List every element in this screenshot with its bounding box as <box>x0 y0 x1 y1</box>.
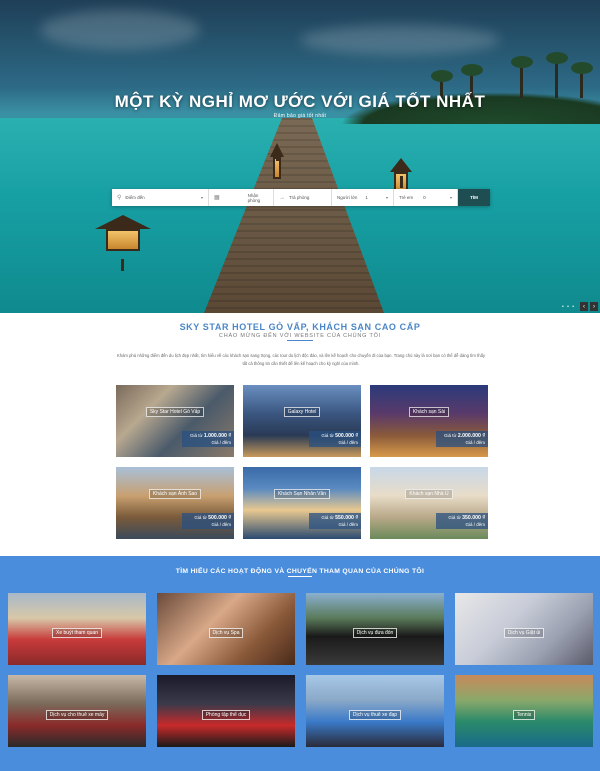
search-bar: ⚲ Điểm đến ▾ ▦ Nhận phòng → Trả phòng Ng… <box>112 189 490 206</box>
chevron-down-icon: ▾ <box>449 195 452 200</box>
activity-card[interactable]: Dịch vụ Giặt ủi <box>455 593 593 665</box>
checkout-field[interactable]: → Trả phòng <box>274 189 332 206</box>
hotel-name: Sky Star Hotel Gò Vấp <box>145 407 205 417</box>
activity-label: Dịch vụ thuê xe đạp <box>348 710 402 720</box>
hotel-name: Galaxy Hotel <box>283 407 321 417</box>
price-unit: Giá / đêm <box>465 439 485 445</box>
checkin-field[interactable]: ▦ Nhận phòng <box>209 189 274 206</box>
hotel-price: 2.000.000 ₫ <box>457 433 485 439</box>
hotel-price-tag: Giá từ 350.000 ₫ Giá / đêm <box>436 513 488 529</box>
hotel-price: 500.000 ₫ <box>208 515 231 521</box>
next-arrow-button[interactable]: › <box>590 302 598 311</box>
divider <box>288 576 312 577</box>
intro-text: Khám phá những điểm đến du lịch đẹp nhất… <box>116 353 485 366</box>
hotel-price-tag: Giá từ 550.000 ₫ Giá / đêm <box>309 513 361 529</box>
hotel-card[interactable]: Khách sạn Sài Giá từ 2.000.000 ₫ Giá / đ… <box>370 385 488 457</box>
activity-label: Xe buýt tham quan <box>52 628 102 638</box>
hotel-card[interactable]: Galaxy Hotel Giá từ 500.000 ₫ Giá / đêm <box>243 385 361 457</box>
activity-label: Dịch vụ đưa đón <box>352 628 398 638</box>
lantern <box>270 143 284 179</box>
hotel-name: Khách sạn Nhà Ú <box>405 489 453 499</box>
activity-label: Phòng tập thể dục <box>201 710 251 720</box>
activity-label: Tennis <box>512 710 536 720</box>
prev-arrow-button[interactable]: ‹ <box>580 302 588 311</box>
hotel-card[interactable]: Khách sạn Nhà Ú Giá từ 350.000 ₫ Giá / đ… <box>370 467 488 539</box>
destination-field[interactable]: ⚲ Điểm đến ▾ <box>112 189 209 206</box>
price-unit: Giá / đêm <box>338 521 358 527</box>
activity-label: Dịch vụ Spa <box>208 628 244 638</box>
activity-card[interactable]: Dịch vụ cho thuê xe máy <box>8 675 146 747</box>
activities-title: TÌM HIỂU CÁC HOẠT ĐỘNG VÀ CHUYẾN THAM QU… <box>175 568 425 575</box>
slider-controls: • • • ‹ › <box>562 302 598 311</box>
arrow-right-icon: → <box>279 194 285 201</box>
wooden-pier <box>150 118 450 313</box>
hotel-name: Khách sạn Ánh Sao <box>148 489 202 499</box>
intro-section: SKY STAR HOTEL GÒ VẤP, KHÁCH SẠN CAO CẤP… <box>0 313 600 556</box>
adults-label: Người lớn <box>337 195 358 200</box>
hotel-name: Khách Sạn Nhân Văn <box>273 489 331 499</box>
hotel-price: 1.000.000 ₫ <box>203 433 231 439</box>
destination-placeholder: Điểm đến <box>125 195 145 200</box>
activity-card[interactable]: Dịch vụ Spa <box>157 593 295 665</box>
activity-card[interactable]: Dịch vụ thuê xe đạp <box>306 675 444 747</box>
activity-label: Dịch vụ Giặt ủi <box>503 628 545 638</box>
lantern <box>390 158 412 194</box>
lantern <box>95 215 151 271</box>
cloud <box>300 25 500 55</box>
divider <box>287 340 313 341</box>
checkin-placeholder: Nhận phòng <box>247 192 261 203</box>
activity-label: Dịch vụ cho thuê xe máy <box>45 710 109 720</box>
checkout-placeholder: Trả phòng <box>289 195 310 200</box>
price-unit: Giá / đêm <box>465 521 485 527</box>
hotel-price-tag: Giá từ 500.000 ₫ Giá / đêm <box>182 513 234 529</box>
adults-select[interactable]: Người lớn 1 ▾ <box>332 189 394 206</box>
adults-value: 1 <box>365 195 368 200</box>
price-unit: Giá / đêm <box>211 439 231 445</box>
hero-banner: MỘT KỲ NGHỈ MƠ ƯỚC VỚI GIÁ TỐT NHẤT Đảm … <box>0 0 600 313</box>
activity-card[interactable]: Phòng tập thể dục <box>157 675 295 747</box>
intro-title: SKY STAR HOTEL GÒ VẤP, KHÁCH SẠN CAO CẤP <box>179 322 421 332</box>
location-pin-icon: ⚲ <box>117 195 122 201</box>
slider-dots[interactable]: • • • <box>562 304 575 310</box>
hotel-card[interactable]: Khách sạn Ánh Sao Giá từ 500.000 ₫ Giá /… <box>116 467 234 539</box>
cloud <box>40 10 200 50</box>
price-unit: Giá / đêm <box>338 439 358 445</box>
hotel-name: Khách sạn Sài <box>408 407 450 417</box>
children-value: 0 <box>423 195 426 200</box>
children-label: Trẻ em <box>399 195 414 200</box>
hero-subtitle: Đảm bảo giá tốt nhất <box>273 113 327 119</box>
hotel-price: 350.000 ₫ <box>462 515 485 521</box>
price-unit: Giá / đêm <box>211 521 231 527</box>
chevron-down-icon: ▾ <box>200 195 203 200</box>
intro-subtitle: CHÀO MỪNG ĐẾN VỚI WEBSITE CỦA CHÚNG TÔI <box>218 333 382 339</box>
children-select[interactable]: Trẻ em 0 ▾ <box>394 189 458 206</box>
activities-section: TÌM HIỂU CÁC HOẠT ĐỘNG VÀ CHUYẾN THAM QU… <box>0 556 600 771</box>
hotel-price: 500.000 ₫ <box>335 433 358 439</box>
hotel-price-tag: Giá từ 500.000 ₫ Giá / đêm <box>309 431 361 447</box>
hotel-price: 550.000 ₫ <box>335 515 358 521</box>
hotel-card[interactable]: Khách Sạn Nhân Văn Giá từ 550.000 ₫ Giá … <box>243 467 361 539</box>
hotel-price-tag: Giá từ 2.000.000 ₫ Giá / đêm <box>436 431 488 447</box>
activity-card[interactable]: Dịch vụ đưa đón <box>306 593 444 665</box>
calendar-icon: ▦ <box>214 195 220 201</box>
activity-card[interactable]: Tennis <box>455 675 593 747</box>
hero-title: MỘT KỲ NGHỈ MƠ ƯỚC VỚI GIÁ TỐT NHẤT <box>114 92 486 111</box>
search-button[interactable]: TÌM <box>458 189 490 206</box>
hotel-card[interactable]: Sky Star Hotel Gò Vấp Giá từ 1.000.000 ₫… <box>116 385 234 457</box>
hotel-price-tag: Giá từ 1.000.000 ₫ Giá / đêm <box>182 431 234 447</box>
activity-card[interactable]: Xe buýt tham quan <box>8 593 146 665</box>
chevron-down-icon: ▾ <box>385 195 388 200</box>
